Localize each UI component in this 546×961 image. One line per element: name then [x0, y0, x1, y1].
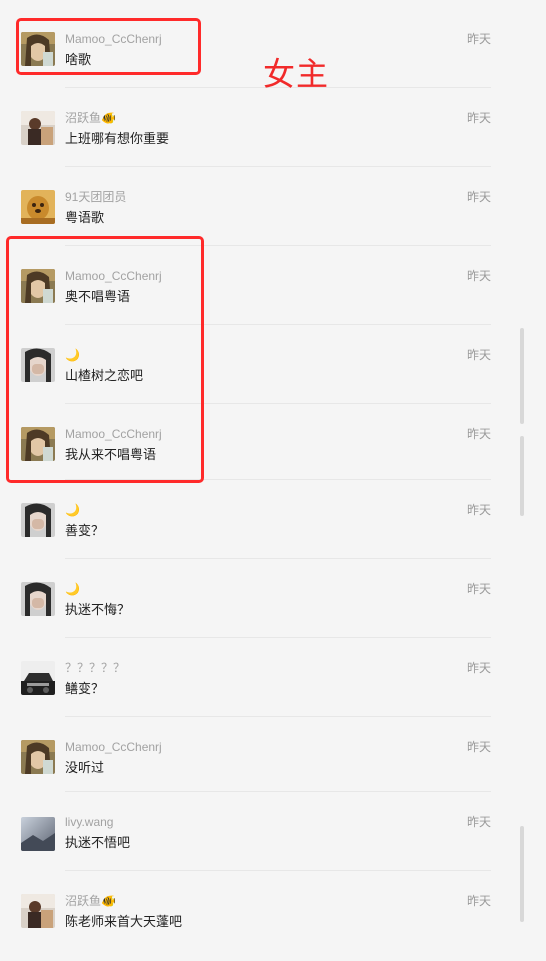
comment-text: 鳝变？: [65, 681, 105, 696]
comment-text: 粤语歌: [65, 210, 105, 225]
row-divider: [65, 558, 491, 559]
comment-text: 上班哪有想你重要: [65, 131, 170, 146]
comment-time: 昨天: [466, 111, 491, 125]
comment-time: 昨天: [466, 503, 491, 517]
comment-time: 昨天: [466, 427, 491, 441]
comment-text: 执迷不悔？: [65, 602, 131, 617]
row-divider: [65, 716, 491, 717]
row-divider: [65, 791, 491, 792]
comment-time: 昨天: [466, 661, 491, 675]
commenter-name[interactable]: 91天团团员: [65, 190, 126, 204]
comment-text: 执迷不悟吧: [65, 835, 131, 850]
comment-time: 昨天: [466, 582, 491, 596]
comment-time: 昨天: [466, 894, 491, 908]
girl-avatar-icon[interactable]: [21, 740, 55, 774]
comment-row[interactable]: livy.wang 执迷不悟吧 昨天: [0, 803, 546, 882]
comment-row[interactable]: 🌙 善变？ 昨天: [0, 491, 546, 570]
man-avatar-icon[interactable]: [21, 894, 55, 928]
scrollbar-thumb-1[interactable]: [520, 328, 524, 424]
man-avatar-icon[interactable]: [21, 111, 55, 145]
highlight-box-first: [16, 18, 201, 75]
comment-text: 善变？: [65, 523, 105, 538]
scrollbar-thumb-2[interactable]: [520, 436, 524, 516]
row-divider: [65, 166, 491, 167]
commenter-name[interactable]: Mamoo_CcChenrj: [65, 740, 162, 754]
hand-face-avatar-icon[interactable]: [21, 582, 55, 616]
comment-time: 昨天: [466, 190, 491, 204]
comment-time: 昨天: [466, 740, 491, 754]
highlight-box-group: [6, 236, 204, 483]
comment-text: 没听过: [65, 760, 105, 775]
landscape-avatar-icon[interactable]: [21, 817, 55, 851]
annotation-label: 女主: [263, 55, 330, 93]
comment-time: 昨天: [466, 32, 491, 46]
hand-face-avatar-icon[interactable]: [21, 503, 55, 537]
comment-row[interactable]: ？？？？？ 鳝变？ 昨天: [0, 649, 546, 728]
commenter-name[interactable]: 🌙: [65, 503, 80, 517]
comment-row[interactable]: 沼跃鱼🐠 陈老师来首大天蓬吧 昨天: [0, 882, 546, 961]
comment-row[interactable]: Mamoo_CcChenrj 没听过 昨天: [0, 728, 546, 807]
comment-row[interactable]: 🌙 执迷不悔？ 昨天: [0, 570, 546, 649]
commenter-name[interactable]: 沼跃鱼🐠: [65, 111, 116, 125]
car-avatar-icon[interactable]: [21, 661, 55, 695]
comment-text: 陈老师来首大天蓬吧: [65, 914, 183, 929]
commenter-name[interactable]: ？？？？？: [65, 661, 125, 675]
commenter-name[interactable]: 🌙: [65, 582, 80, 596]
commenter-name[interactable]: 沼跃鱼🐠: [65, 894, 116, 908]
scrollbar-thumb-3[interactable]: [520, 826, 524, 922]
dog-avatar-icon[interactable]: [21, 190, 55, 224]
comment-time: 昨天: [466, 348, 491, 362]
row-divider: [65, 870, 491, 871]
comment-time: 昨天: [466, 269, 491, 283]
comment-time: 昨天: [466, 815, 491, 829]
commenter-name[interactable]: livy.wang: [65, 815, 113, 829]
comment-row[interactable]: 沼跃鱼🐠 上班哪有想你重要 昨天: [0, 99, 546, 178]
row-divider: [65, 637, 491, 638]
